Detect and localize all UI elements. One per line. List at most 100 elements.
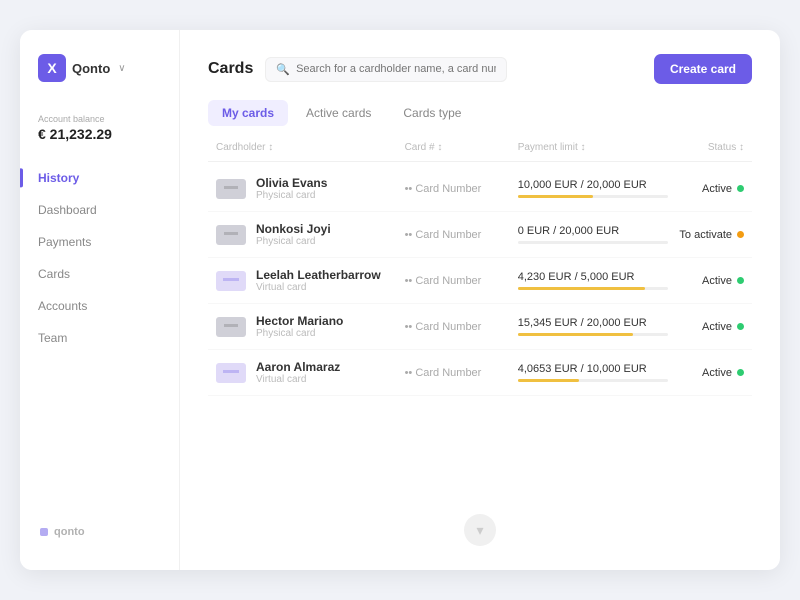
holder-info: Nonkosi Joyi Physical card [256,222,331,247]
card-type-label: Physical card [256,328,343,339]
payment-limit-cell: 4,230 EUR / 5,000 EUR [518,271,669,290]
card-type-icon [216,363,246,383]
sidebar-bottom-text: qonto [54,526,85,538]
status-label: Active [702,183,732,195]
sidebar-bottom: qonto [20,510,179,554]
limit-bar-fill [518,287,646,290]
top-bar-left: Cards 🔍 [208,57,507,82]
sidebar-nav: HistoryDashboardPaymentsCardsAccountsTea… [20,162,179,510]
col-header-status: Status ↕ [669,142,744,153]
cardholder-cell: Hector Mariano Physical card [216,314,405,339]
card-type-icon [216,317,246,337]
sidebar-item-dashboard[interactable]: Dashboard [20,194,179,226]
payment-limit-cell: 0 EUR / 20,000 EUR [518,225,669,244]
sidebar-item-payments[interactable]: Payments [20,226,179,258]
sidebar-item-accounts[interactable]: Accounts [20,290,179,322]
card-type-label: Virtual card [256,282,381,293]
holder-info: Aaron Almaraz Virtual card [256,360,340,385]
status-cell: Active [669,321,744,333]
holder-info: Hector Mariano Physical card [256,314,343,339]
table-row[interactable]: Leelah Leatherbarrow Virtual card •• Car… [208,258,752,304]
status-label: Active [702,321,732,333]
status-cell: Active [669,275,744,287]
limit-bar-track [518,287,668,290]
limit-text: 4,0653 EUR / 10,000 EUR [518,363,669,375]
holder-name: Nonkosi Joyi [256,222,331,236]
tab-cards-type[interactable]: Cards type [389,100,475,126]
page-title: Cards [208,60,253,78]
holder-info: Olivia Evans Physical card [256,176,327,201]
balance-amount: € 21,232.29 [38,126,161,142]
limit-text: 15,345 EUR / 20,000 EUR [518,317,669,329]
col-header-card-number: Card # ↕ [405,142,518,153]
card-type-label: Virtual card [256,374,340,385]
limit-text: 4,230 EUR / 5,000 EUR [518,271,669,283]
status-cell: Active [669,367,744,379]
status-dot [737,231,744,238]
main-content: Cards 🔍 Create card My cardsActive cards… [180,30,780,570]
table-row[interactable]: Aaron Almaraz Virtual card •• Card Numbe… [208,350,752,396]
holder-name: Aaron Almaraz [256,360,340,374]
logo-chevron-icon: ∨ [118,63,125,74]
sidebar-logo[interactable]: X Qonto ∨ [20,54,179,102]
top-bar: Cards 🔍 Create card [208,54,752,84]
table-body: Olivia Evans Physical card •• Card Numbe… [208,166,752,396]
status-dot [737,369,744,376]
sidebar-bottom-logo: qonto [38,526,161,538]
sidebar-item-cards[interactable]: Cards [20,258,179,290]
payment-limit-cell: 10,000 EUR / 20,000 EUR [518,179,669,198]
search-icon: 🔍 [276,63,290,76]
table-row[interactable]: Hector Mariano Physical card •• Card Num… [208,304,752,350]
status-label: To activate [679,229,732,241]
scroll-indicator: ▾ [208,514,752,546]
status-label: Active [702,367,732,379]
col-header-cardholder: Cardholder ↕ [216,142,405,153]
card-number: •• Card Number [405,321,518,333]
status-dot [737,185,744,192]
create-card-button[interactable]: Create card [654,54,752,84]
limit-bar-track [518,333,668,336]
search-box[interactable]: 🔍 [265,57,507,82]
col-header-payment-limit: Payment limit ↕ [518,142,669,153]
table-row[interactable]: Nonkosi Joyi Physical card •• Card Numbe… [208,212,752,258]
app-container: X Qonto ∨ Account balance € 21,232.29 Hi… [20,30,780,570]
cardholder-cell: Nonkosi Joyi Physical card [216,222,405,247]
card-type-icon [216,271,246,291]
tab-my-cards[interactable]: My cards [208,100,288,126]
status-dot [737,277,744,284]
search-input[interactable] [296,63,496,75]
table-header: Cardholder ↕ Card # ↕ Payment limit ↕ St… [208,142,752,162]
limit-bar-fill [518,333,634,336]
card-type-label: Physical card [256,190,327,201]
card-type-icon [216,225,246,245]
card-type-icon [216,179,246,199]
limit-text: 0 EUR / 20,000 EUR [518,225,669,237]
card-number: •• Card Number [405,183,518,195]
sidebar-item-team[interactable]: Team [20,322,179,354]
tabs: My cardsActive cardsCards type [208,100,752,126]
cardholder-cell: Aaron Almaraz Virtual card [216,360,405,385]
limit-bar-track [518,195,668,198]
holder-info: Leelah Leatherbarrow Virtual card [256,268,381,293]
balance-label: Account balance [38,114,161,124]
status-dot [737,323,744,330]
tab-active-cards[interactable]: Active cards [292,100,385,126]
table-container: Cardholder ↕ Card # ↕ Payment limit ↕ St… [208,142,752,502]
logo-name: Qonto [72,61,110,76]
payment-limit-cell: 15,345 EUR / 20,000 EUR [518,317,669,336]
holder-name: Hector Mariano [256,314,343,328]
account-balance: Account balance € 21,232.29 [20,102,179,162]
scroll-dot: ▾ [464,514,496,546]
limit-bar-track [518,241,668,244]
limit-text: 10,000 EUR / 20,000 EUR [518,179,669,191]
logo-icon: X [38,54,66,82]
holder-name: Leelah Leatherbarrow [256,268,381,282]
table-row[interactable]: Olivia Evans Physical card •• Card Numbe… [208,166,752,212]
limit-bar-track [518,379,668,382]
limit-bar-fill [518,195,593,198]
card-type-label: Physical card [256,236,331,247]
sidebar-item-history[interactable]: History [20,162,179,194]
status-cell: Active [669,183,744,195]
status-label: Active [702,275,732,287]
cardholder-cell: Leelah Leatherbarrow Virtual card [216,268,405,293]
